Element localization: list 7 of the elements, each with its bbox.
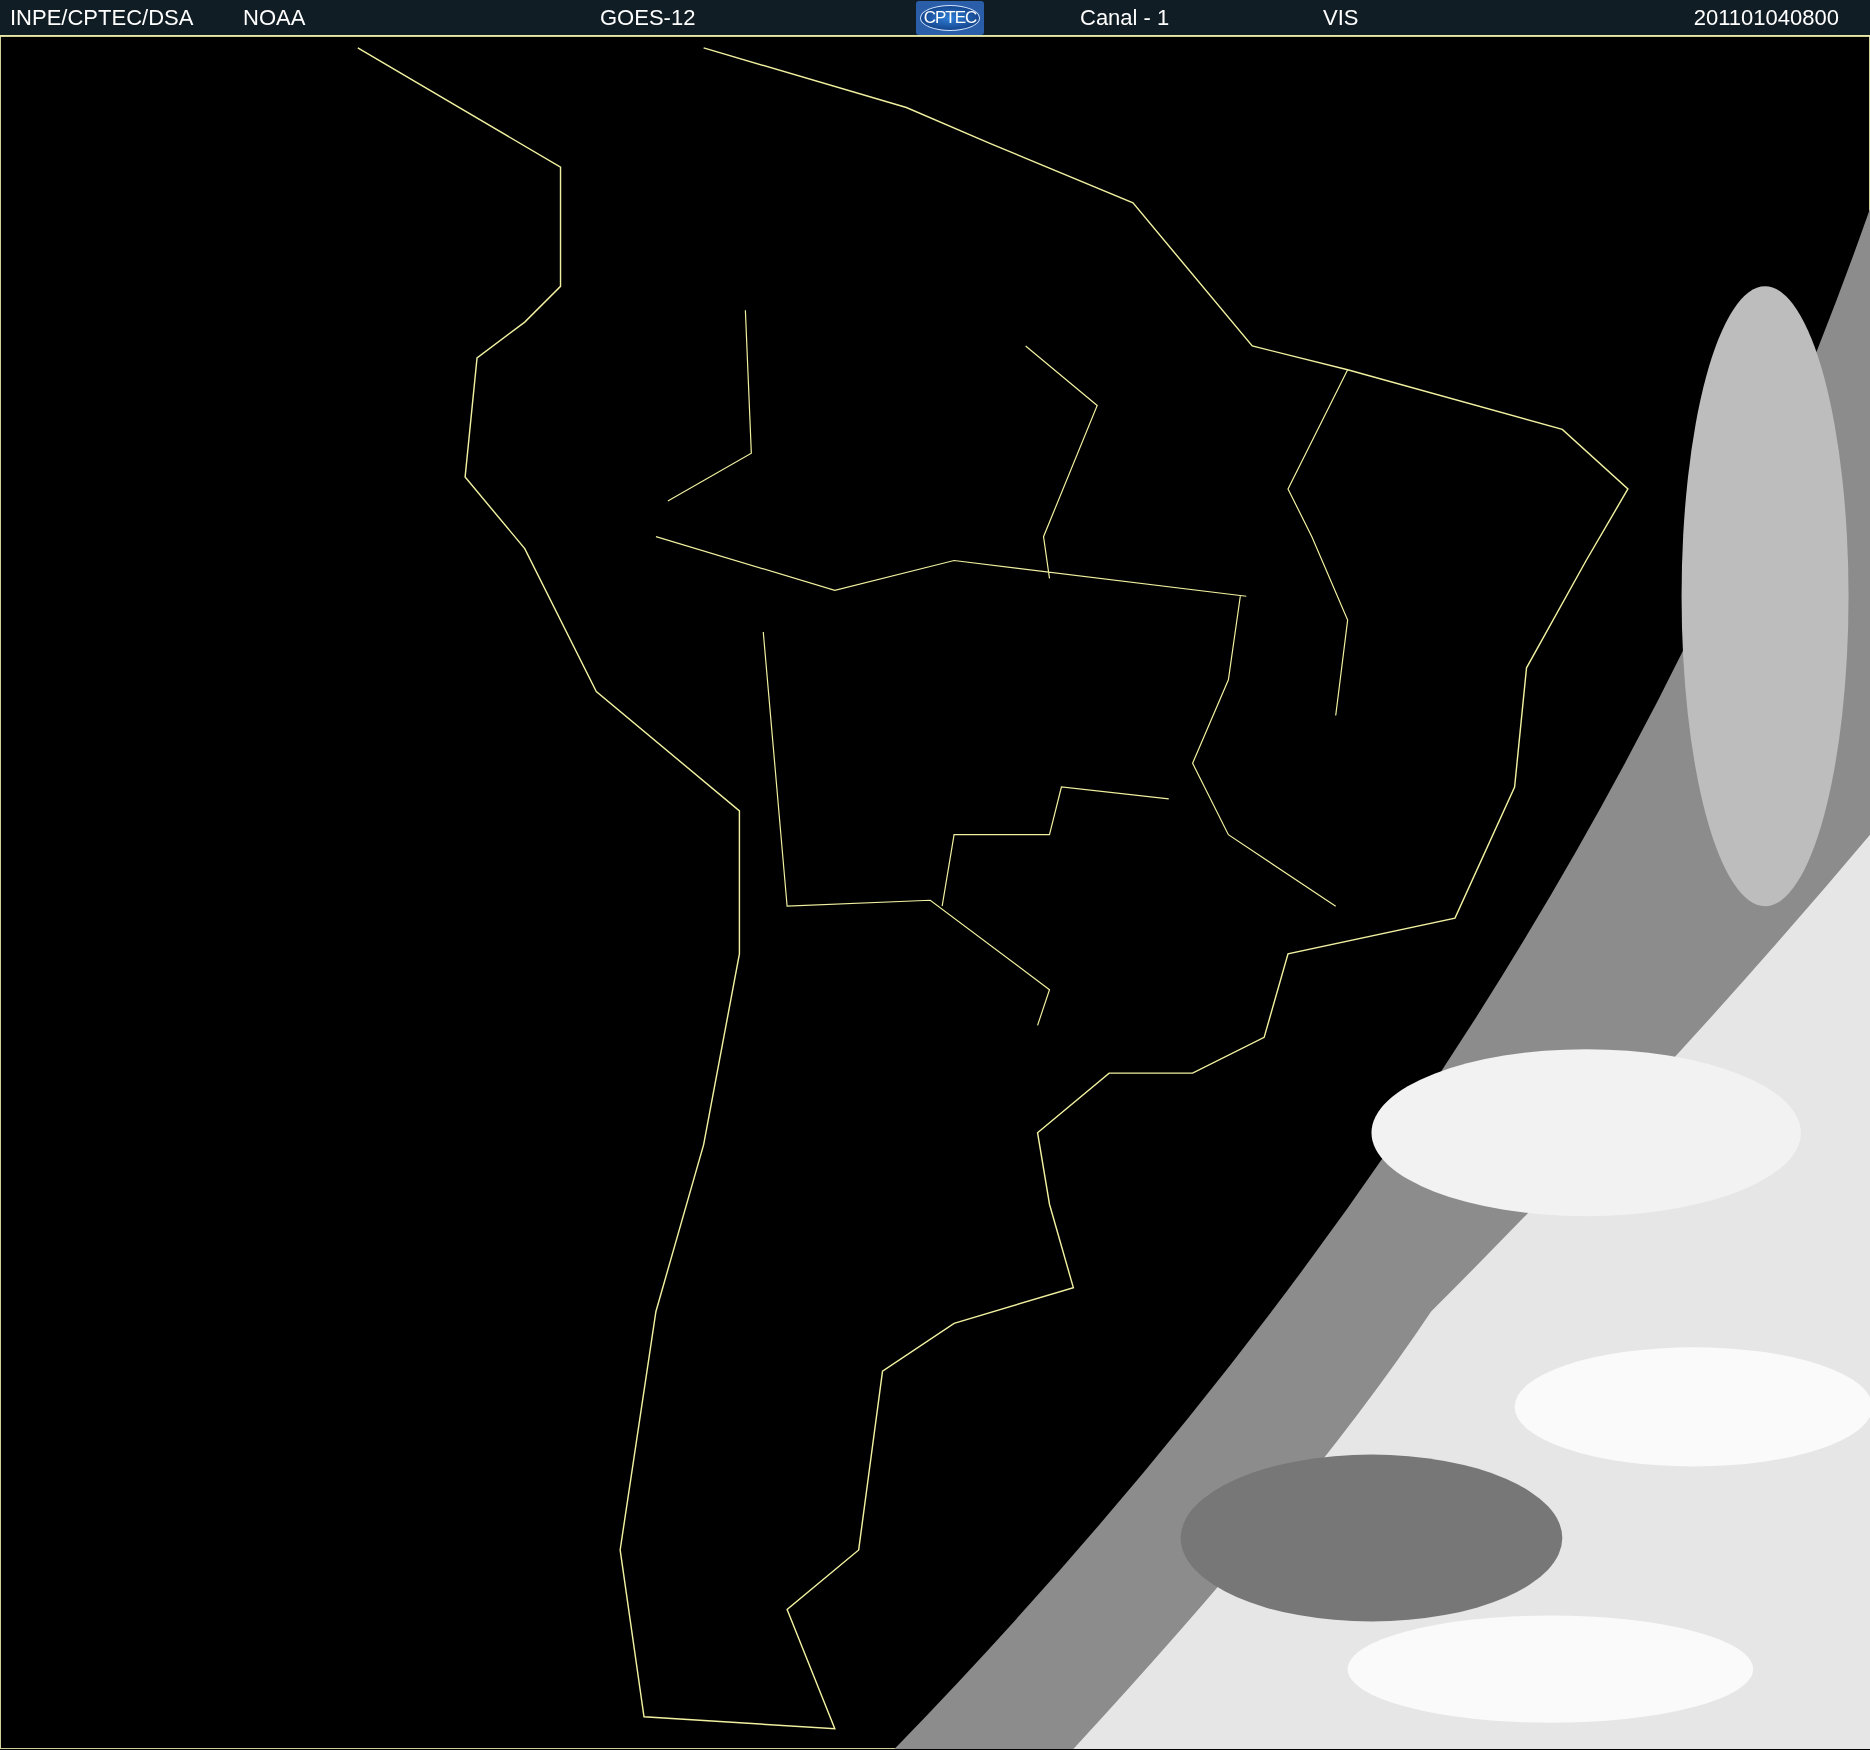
agency-label: INPE/CPTEC/DSA bbox=[10, 4, 195, 31]
partner-label: NOAA bbox=[243, 4, 307, 31]
timestamp-label: 201101040800 bbox=[1693, 4, 1840, 31]
band-label: VIS bbox=[1323, 4, 1360, 31]
logo: CPTEC bbox=[919, 4, 981, 31]
channel-label: Canal - 1 bbox=[1080, 4, 1171, 31]
satellite-label: GOES-12 bbox=[600, 4, 697, 31]
